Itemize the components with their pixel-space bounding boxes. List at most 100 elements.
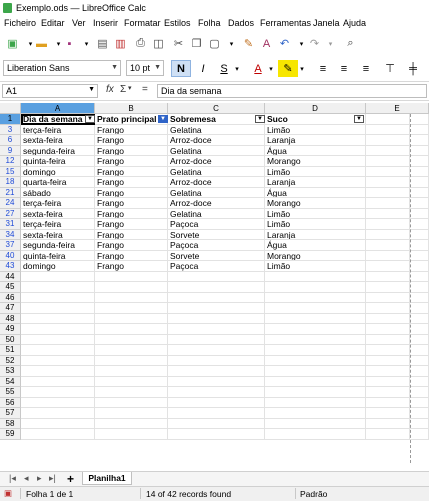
cell[interactable]: [265, 429, 366, 440]
cell[interactable]: [95, 408, 168, 419]
cell[interactable]: Gelatina: [168, 124, 265, 135]
cell[interactable]: [410, 324, 429, 335]
cell[interactable]: [366, 282, 410, 293]
row-header[interactable]: 31: [0, 219, 21, 230]
row-header[interactable]: 37: [0, 240, 21, 251]
cell[interactable]: [95, 418, 168, 429]
cell[interactable]: [410, 376, 429, 387]
cell[interactable]: Gelatina: [168, 208, 265, 219]
cell[interactable]: Limão: [265, 124, 366, 135]
align-center-icon[interactable]: ≡: [334, 60, 354, 77]
open-folder-icon[interactable]: ▬: [33, 35, 50, 52]
highlight-dropdown-icon[interactable]: ▾: [297, 60, 307, 77]
bold-button[interactable]: N: [171, 60, 191, 77]
cell[interactable]: terça-feira: [21, 198, 95, 209]
column-header-d[interactable]: D: [265, 103, 366, 114]
cell[interactable]: Laranja: [265, 135, 366, 146]
cell[interactable]: [265, 376, 366, 387]
cell[interactable]: [21, 324, 95, 335]
cell[interactable]: [366, 429, 410, 440]
menu-janela[interactable]: Janela: [313, 18, 340, 28]
cell[interactable]: [366, 408, 410, 419]
cell[interactable]: [21, 292, 95, 303]
cell[interactable]: Paçoca: [168, 261, 265, 272]
cell[interactable]: [410, 208, 429, 219]
select-all-corner[interactable]: [0, 103, 21, 114]
cell[interactable]: [21, 376, 95, 387]
row-header[interactable]: 34: [0, 229, 21, 240]
cell[interactable]: [21, 387, 95, 398]
chevron-down-icon[interactable]: ▼: [154, 64, 161, 71]
row-header[interactable]: 47: [0, 303, 21, 314]
cell[interactable]: Frango: [95, 229, 168, 240]
row-header[interactable]: 40: [0, 250, 21, 261]
cell[interactable]: [366, 135, 410, 146]
cell[interactable]: [410, 229, 429, 240]
cell[interactable]: Limão: [265, 208, 366, 219]
cell[interactable]: [168, 292, 265, 303]
menu-ferramentas[interactable]: Ferramentas: [260, 18, 311, 28]
sheet-tab-planilha1[interactable]: Planilha1: [82, 472, 132, 485]
cell[interactable]: [265, 408, 366, 419]
cell[interactable]: [410, 292, 429, 303]
cell[interactable]: Limão: [265, 166, 366, 177]
cell[interactable]: [410, 313, 429, 324]
cell[interactable]: segunda-feira: [21, 145, 95, 156]
cell[interactable]: Frango: [95, 240, 168, 251]
cell[interactable]: [168, 345, 265, 356]
spreadsheet-grid[interactable]: A B C D E 1 Dia da semana Prato principal S…: [0, 103, 429, 463]
menu-estilos[interactable]: Estilos: [164, 18, 191, 28]
cell[interactable]: Frango: [95, 261, 168, 272]
cell[interactable]: [366, 177, 410, 188]
cell[interactable]: Frango: [95, 198, 168, 209]
row-header[interactable]: 43: [0, 261, 21, 272]
column-header-b[interactable]: B: [95, 103, 168, 114]
row-header[interactable]: 59: [0, 429, 21, 440]
cell[interactable]: Frango: [95, 124, 168, 135]
cell[interactable]: Morango: [265, 198, 366, 209]
row-header[interactable]: 24: [0, 198, 21, 209]
menu-dados[interactable]: Dados: [228, 18, 254, 28]
font-size-combo[interactable]: 10 pt ▼: [126, 60, 164, 76]
add-sheet-icon[interactable]: +: [67, 472, 74, 486]
cell[interactable]: sábado: [21, 187, 95, 198]
header-cell[interactable]: Suco: [265, 114, 366, 125]
cell[interactable]: [265, 282, 366, 293]
row-header[interactable]: 27: [0, 208, 21, 219]
row-header[interactable]: 3: [0, 124, 21, 135]
pdf-icon[interactable]: ▥: [112, 35, 129, 52]
cell[interactable]: [168, 303, 265, 314]
font-color-dropdown-icon[interactable]: ▾: [266, 60, 276, 77]
cell[interactable]: [168, 387, 265, 398]
cell[interactable]: [366, 229, 410, 240]
redo-dropdown-icon[interactable]: ▾: [322, 35, 339, 52]
cell[interactable]: [366, 240, 410, 251]
cell[interactable]: [366, 271, 410, 282]
cell[interactable]: [410, 124, 429, 135]
align-left-icon[interactable]: ≡: [313, 60, 333, 77]
cell[interactable]: [265, 271, 366, 282]
cell[interactable]: [366, 156, 410, 167]
cell[interactable]: Frango: [95, 145, 168, 156]
cell[interactable]: Laranja: [265, 177, 366, 188]
align-right-icon[interactable]: ≡: [356, 60, 376, 77]
cell[interactable]: [410, 135, 429, 146]
header-cell[interactable]: Sobremesa: [168, 114, 265, 125]
cell[interactable]: [366, 250, 410, 261]
cell[interactable]: [265, 387, 366, 398]
row-header[interactable]: 46: [0, 292, 21, 303]
row-header[interactable]: 57: [0, 408, 21, 419]
cell[interactable]: [21, 313, 95, 324]
cell[interactable]: [168, 376, 265, 387]
cell[interactable]: Frango: [95, 208, 168, 219]
cell[interactable]: [410, 429, 429, 440]
copy-icon[interactable]: ❐: [188, 35, 205, 52]
cell[interactable]: [410, 156, 429, 167]
chevron-down-icon[interactable]: ▼: [88, 86, 95, 93]
cell[interactable]: [95, 313, 168, 324]
sheet-count-status[interactable]: Folha 1 de 1: [26, 489, 73, 499]
cell[interactable]: [410, 366, 429, 377]
row-header[interactable]: 56: [0, 397, 21, 408]
row-header[interactable]: 51: [0, 345, 21, 356]
underline-button[interactable]: S: [214, 60, 234, 77]
